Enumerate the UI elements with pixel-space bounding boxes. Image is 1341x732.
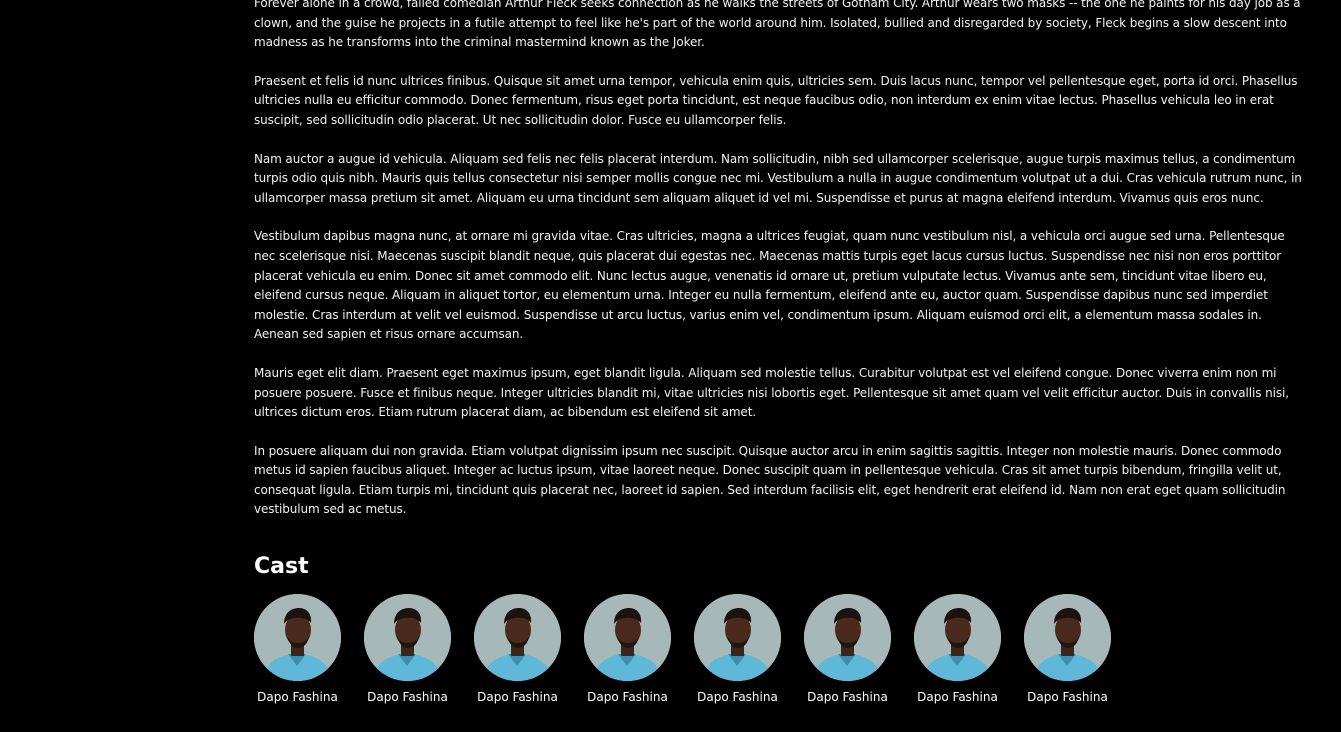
cast-member-name[interactable]: Dapo Fashina (917, 690, 998, 705)
cast-list: Dapo Fashina Dapo Fashina Dapo Fashina D… (254, 594, 1304, 705)
cast-member-card[interactable]: Dapo Fashina (364, 594, 451, 705)
cast-member-name[interactable]: Dapo Fashina (697, 690, 778, 705)
person-portrait-icon (254, 594, 341, 682)
overview-paragraph: In posuere aliquam dui non gravida. Etia… (254, 443, 1286, 517)
person-portrait-icon (1024, 594, 1111, 682)
overview-paragraph: Nam auctor a augue id vehicula. Aliquam … (254, 151, 1302, 205)
person-portrait-icon (584, 594, 671, 682)
overview-paragraph: Vestibulum dapibus magna nunc, at ornare… (254, 229, 1285, 342)
cast-member-name[interactable]: Dapo Fashina (1027, 690, 1108, 705)
cast-member-card[interactable]: Dapo Fashina (474, 594, 561, 705)
cast-member-card[interactable]: Dapo Fashina (694, 594, 781, 705)
person-portrait-icon (804, 594, 891, 682)
cast-member-name[interactable]: Dapo Fashina (807, 690, 888, 705)
cast-member-card[interactable]: Dapo Fashina (804, 594, 891, 705)
cast-member-name[interactable]: Dapo Fashina (477, 690, 558, 705)
cast-member-name[interactable]: Dapo Fashina (367, 690, 448, 705)
person-portrait-icon (914, 594, 1001, 682)
cast-member-card[interactable]: Dapo Fashina (914, 594, 1001, 705)
person-portrait-icon (694, 594, 781, 682)
overview-section: Forever alone in a crowd, failed comedia… (254, 0, 1304, 520)
overview-paragraph: Forever alone in a crowd, failed comedia… (254, 0, 1301, 50)
person-portrait-icon (474, 594, 561, 682)
cast-member-name[interactable]: Dapo Fashina (257, 690, 338, 705)
cast-member-card[interactable]: Dapo Fashina (584, 594, 671, 705)
movie-details-content: Forever alone in a crowd, failed comedia… (254, 0, 1304, 705)
cast-member-card[interactable]: Dapo Fashina (1024, 594, 1111, 705)
person-portrait-icon (364, 594, 451, 682)
cast-member-card[interactable]: Dapo Fashina (254, 594, 341, 705)
overview-paragraph: Praesent et felis id nunc ultrices finib… (254, 73, 1298, 127)
overview-paragraph: Mauris eget elit diam. Praesent eget max… (254, 365, 1289, 420)
cast-member-name[interactable]: Dapo Fashina (587, 690, 668, 705)
cast-heading: Cast (254, 554, 309, 580)
